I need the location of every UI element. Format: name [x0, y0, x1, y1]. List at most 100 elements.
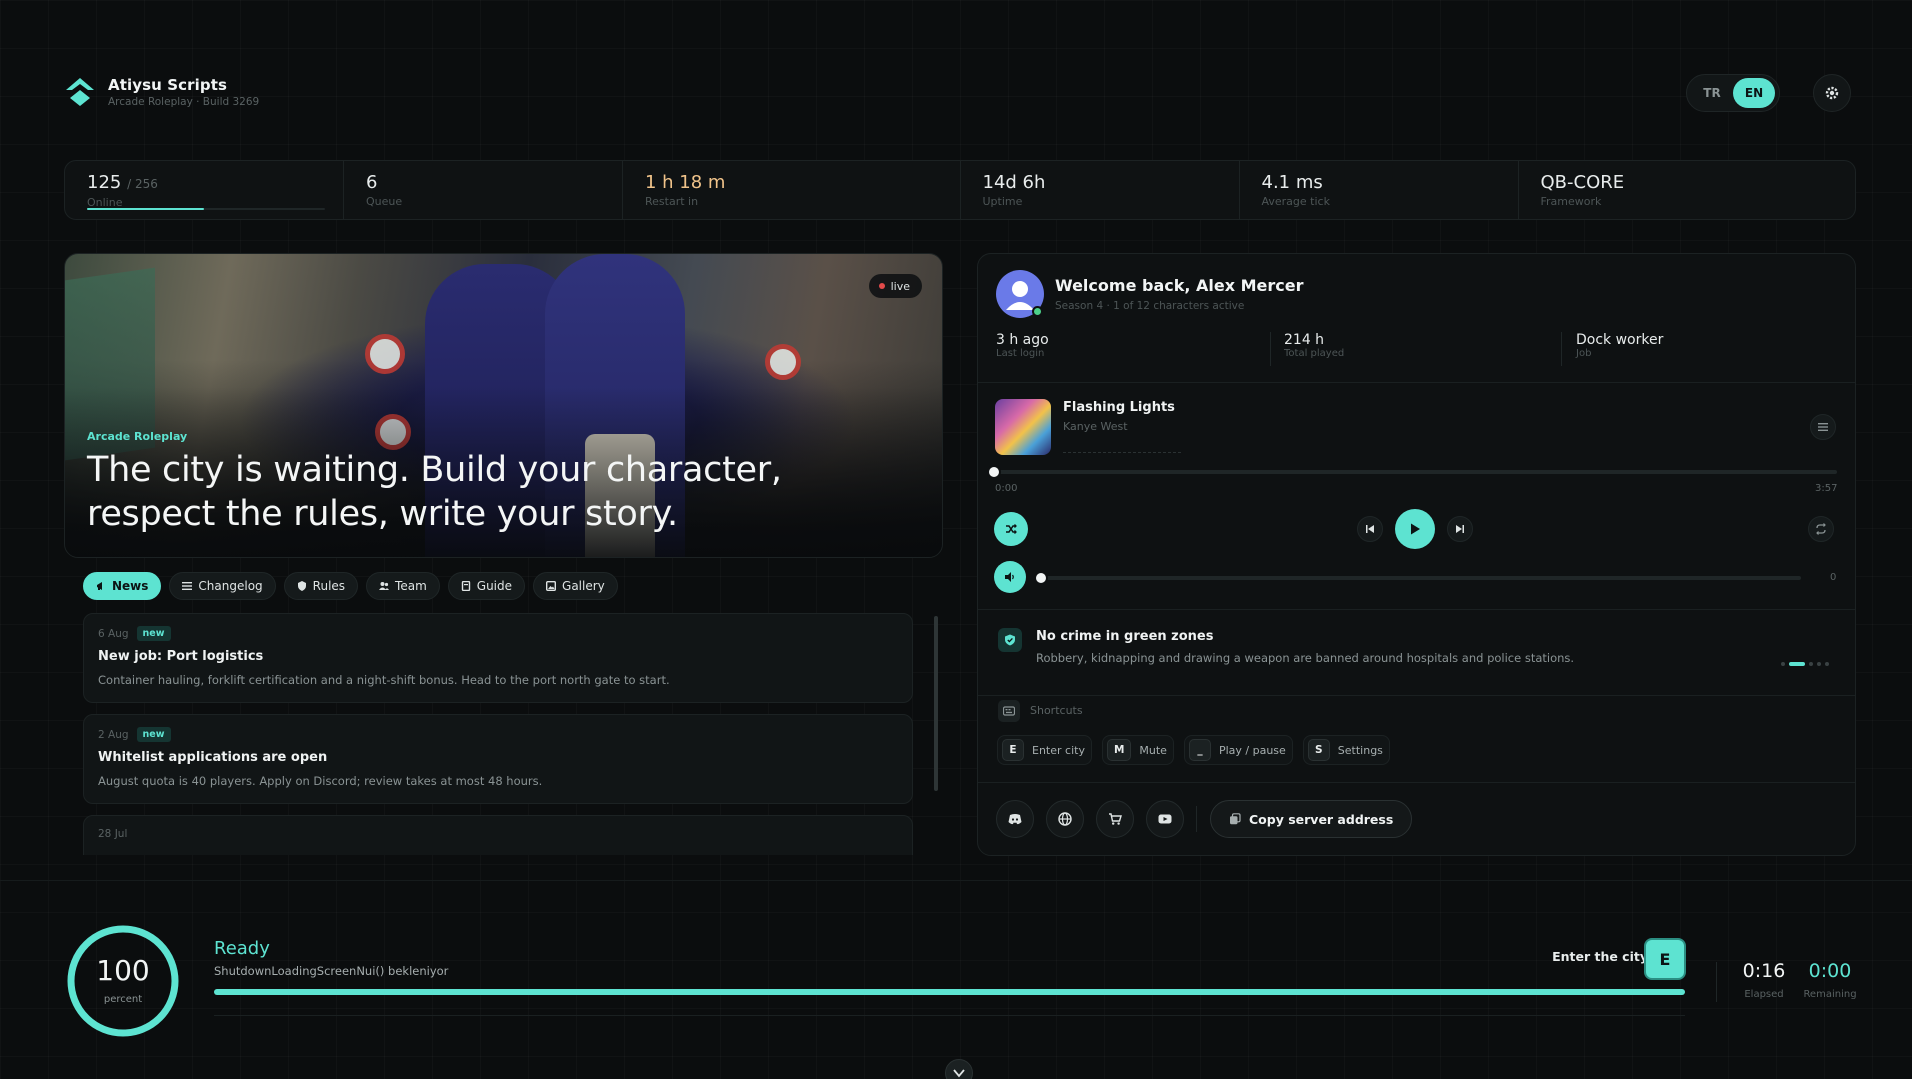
online-progress-fill — [87, 208, 204, 210]
image-icon — [546, 581, 557, 591]
rule-carousel-dots — [1781, 662, 1829, 666]
next-button[interactable] — [1447, 516, 1473, 542]
scroll-down-button[interactable] — [945, 1059, 973, 1079]
loading-progress-bar — [214, 989, 1685, 995]
elapsed-label: Elapsed — [1744, 989, 1784, 1000]
stat-uptime-label: Uptime — [982, 195, 1023, 208]
enter-city-button[interactable]: E — [1644, 938, 1686, 980]
welcome-title: Welcome back, Alex Mercer — [1055, 276, 1304, 295]
shield-icon — [297, 581, 306, 591]
rule-icon-box — [998, 628, 1022, 652]
tab-news[interactable]: News — [83, 572, 162, 600]
divider — [978, 609, 1855, 610]
volume-value: 0 — [1830, 572, 1837, 583]
carousel-dot[interactable] — [1789, 662, 1805, 666]
divider — [0, 880, 1912, 881]
news-scrollbar[interactable] — [934, 616, 938, 791]
content-tabs: News Changelog Rules Team Guide Gallery — [83, 572, 618, 600]
online-progress-bar — [87, 208, 325, 210]
language-switch: TR EN — [1686, 74, 1780, 112]
discord-button[interactable] — [996, 800, 1034, 838]
divider — [1561, 332, 1562, 366]
tab-gallery[interactable]: Gallery — [533, 572, 618, 600]
stat-uptime-value: 14d 6h — [982, 172, 1046, 193]
stat-restart: 1 h 18 m Restart in — [623, 161, 961, 219]
loading-sub-progress — [214, 1015, 1685, 1016]
shortcut-key: E — [1002, 739, 1024, 761]
list-item[interactable]: 2 Aug new Whitelist applications are open… — [83, 714, 913, 804]
server-stats: 125 / 256 Online 6 Queue 1 h 18 m Restar… — [64, 160, 1856, 220]
mute-button[interactable] — [994, 561, 1026, 593]
tab-team[interactable]: Team — [366, 572, 440, 600]
stat-framework: QB-CORE Framework — [1519, 161, 1856, 219]
tab-rules[interactable]: Rules — [283, 572, 359, 600]
shuffle-button[interactable] — [994, 512, 1028, 546]
logo-icon — [66, 78, 94, 106]
volume-bar[interactable] — [1036, 576, 1801, 580]
stat-queue-label: Queue — [366, 195, 403, 208]
shortcut-settings[interactable]: S Settings — [1302, 735, 1390, 765]
gear-icon — [1825, 86, 1839, 100]
hero-image-sign — [765, 344, 801, 380]
shortcut-enter-city[interactable]: E Enter city — [997, 735, 1092, 765]
chevron-down-icon — [953, 1069, 965, 1078]
carousel-dot[interactable] — [1809, 662, 1813, 666]
lang-tr-button[interactable]: TR — [1691, 78, 1733, 108]
youtube-icon — [1158, 814, 1172, 824]
shortcut-key: S — [1307, 739, 1330, 761]
tab-changelog[interactable]: Changelog — [169, 572, 276, 600]
shortcuts-list: E Enter city M Mute _ Play / pause S Setting… — [997, 735, 1390, 765]
stat-restart-label: Restart in — [645, 195, 699, 208]
news-date: 2 Aug — [98, 728, 129, 741]
stat-queue: 6 Queue — [344, 161, 623, 219]
loading-percent: 100 — [96, 954, 150, 987]
repeat-icon — [1816, 523, 1826, 535]
youtube-button[interactable] — [1146, 800, 1184, 838]
copy-server-address-button[interactable]: Copy server address — [1210, 800, 1413, 838]
skip-forward-icon — [1456, 525, 1464, 533]
track-progress-handle[interactable] — [987, 465, 1001, 479]
lang-en-button[interactable]: EN — [1733, 78, 1775, 108]
shortcuts-title: Shortcuts — [1030, 704, 1083, 717]
repeat-button[interactable] — [1808, 516, 1834, 542]
stat-online: 125 / 256 Online — [65, 161, 344, 219]
elapsed-time: 0:16 — [1742, 960, 1786, 982]
settings-button[interactable] — [1813, 74, 1851, 112]
hero-title: The city is waiting. Build your characte… — [87, 450, 782, 534]
track-elapsed: 0:00 — [995, 483, 1018, 494]
volume-icon — [1005, 572, 1014, 582]
news-desc: August quota is 40 players. Apply on Dis… — [98, 774, 543, 788]
stat-tick: 4.1 ms Average tick — [1240, 161, 1519, 219]
website-button[interactable] — [1046, 800, 1084, 838]
shortcut-play-pause[interactable]: _ Play / pause — [1183, 735, 1293, 765]
shortcut-label: Enter city — [1032, 743, 1085, 757]
play-button[interactable] — [1395, 509, 1435, 549]
loading-substatus: ShutdownLoadingScreenNui() bekleniyor — [214, 964, 449, 978]
divider — [1716, 962, 1717, 1002]
track-progress-bar[interactable] — [994, 470, 1837, 474]
news-date: 28 Jul — [98, 828, 128, 840]
divider — [1063, 452, 1181, 453]
carousel-dot[interactable] — [1817, 662, 1821, 666]
tab-news-label: News — [112, 579, 149, 593]
carousel-dot[interactable] — [1825, 662, 1829, 666]
shortcut-key: M — [1106, 739, 1132, 761]
list-item[interactable]: 6 Aug new New job: Port logistics Contain… — [83, 613, 913, 703]
profile-stat-value: Dock worker — [1576, 332, 1664, 348]
stat-online-value: 125 — [87, 172, 122, 193]
volume-handle[interactable] — [1034, 571, 1048, 585]
previous-button[interactable] — [1357, 516, 1383, 542]
shortcut-mute[interactable]: M Mute — [1101, 735, 1174, 765]
rule-title: No crime in green zones — [1036, 629, 1214, 644]
globe-icon — [1058, 812, 1072, 826]
loading-progress-fill — [214, 989, 1685, 995]
carousel-dot[interactable] — [1781, 662, 1785, 666]
tab-guide[interactable]: Guide — [447, 572, 526, 600]
store-button[interactable] — [1096, 800, 1134, 838]
users-icon — [379, 582, 390, 590]
list-item[interactable]: 28 Jul — [83, 815, 913, 855]
divider — [978, 382, 1855, 383]
new-badge: new — [136, 626, 171, 641]
stat-online-max: / 256 — [127, 177, 158, 191]
playlist-button[interactable] — [1810, 414, 1836, 440]
